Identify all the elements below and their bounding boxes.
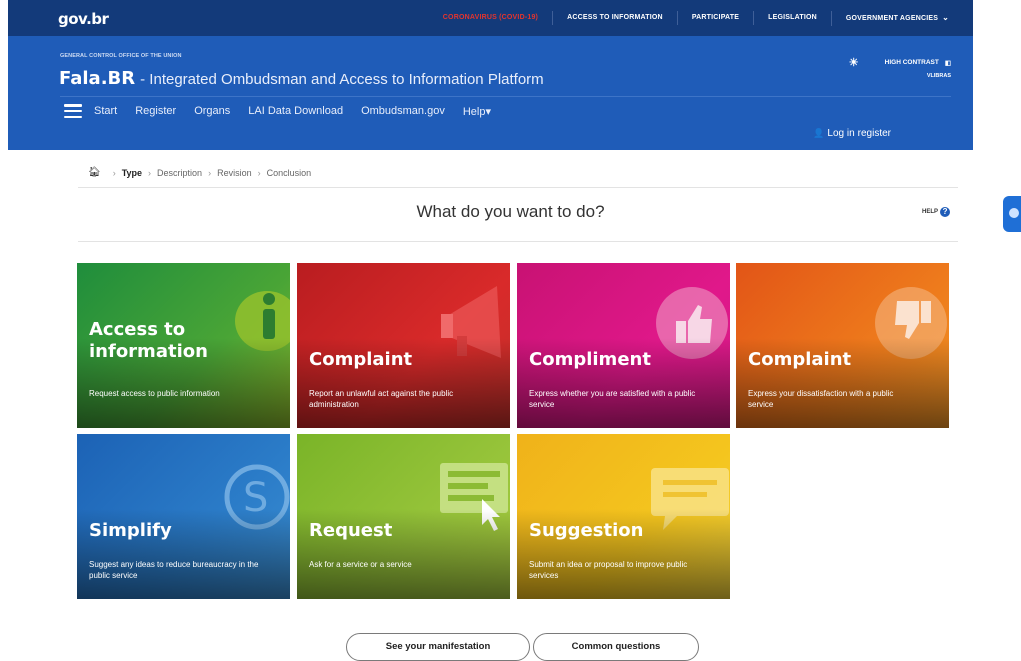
high-contrast-toggle[interactable]: HIGH CONTRAST [885, 59, 939, 66]
help-link[interactable]: HELP ? [922, 207, 951, 217]
breadcrumb: 🏠︎ › Type › Description › Revision › Con… [88, 167, 311, 178]
card-access-to-information[interactable]: Access to information Request access to p… [77, 263, 290, 428]
card-description: Express whether you are satisfied with a… [529, 389, 696, 409]
card-title: Simplify [89, 520, 172, 541]
site-header: GENERAL CONTROL OFFICE OF THE UNION Fala… [8, 36, 973, 150]
card-title: Request [309, 520, 393, 541]
help-icon: ? [940, 207, 951, 217]
breadcrumb-revision: Revision [217, 167, 252, 178]
card-simplify[interactable]: S Simplify Suggest any ideas to reduce b… [77, 434, 290, 599]
breadcrumb-description: Description [157, 167, 203, 178]
header-divider [60, 96, 951, 97]
nav-help-label: Help [462, 105, 486, 118]
card-title: Compliment [529, 349, 651, 370]
user-icon: 👤 [813, 128, 825, 138]
card-description: Report an unlawful act against the publi… [309, 389, 454, 409]
menu-icon[interactable] [64, 104, 82, 118]
card-title: Access to information [89, 319, 208, 362]
nav-register[interactable]: Register [135, 105, 176, 117]
caret-down-icon: ▾ [485, 105, 491, 118]
breadcrumb-separator: › [112, 167, 116, 178]
login-area: 👤 Log in register [813, 128, 891, 139]
divider [78, 187, 958, 188]
card-complaint-report[interactable]: Complaint Report an unlawful act against… [297, 263, 510, 428]
nav-organs[interactable]: Organs [194, 105, 230, 117]
card-description: Submit an idea or proposal to improve pu… [529, 560, 688, 580]
register-link[interactable]: register [858, 128, 891, 139]
nav-start[interactable]: Start [94, 105, 117, 117]
chevron-down-icon: ⌄ [942, 12, 949, 22]
card-complaint-dissatisfaction[interactable]: Complaint Express your dissatisfaction w… [736, 263, 949, 428]
breadcrumb-type: Type [121, 167, 143, 178]
org-name: GENERAL CONTROL OFFICE OF THE UNION [60, 53, 182, 59]
question-heading: What do you want to do? [416, 202, 605, 221]
accessibility-side-tab[interactable] [1003, 196, 1021, 232]
card-compliment[interactable]: Compliment Express whether you are satis… [517, 263, 730, 428]
card-description: Suggest any ideas to reduce bureaucracy … [89, 560, 259, 580]
gov-links: CORONAVIRUS (COVID-19) ACCESS TO INFORMA… [429, 0, 963, 36]
breadcrumb-separator: › [257, 167, 261, 178]
breadcrumb-separator: › [208, 167, 212, 178]
card-title: Suggestion [529, 520, 644, 541]
card-title: Complaint [748, 349, 852, 370]
link-government-agencies[interactable]: GOVERNMENT AGENCIES ⌄ [830, 10, 963, 26]
link-legislation[interactable]: LEGISLATION [753, 11, 831, 25]
nav-help[interactable]: Help▾ [463, 105, 491, 118]
card-description: Ask for a service or a service [309, 560, 412, 569]
breadcrumb-separator: › [148, 167, 152, 178]
brand-name[interactable]: Fala.BR [59, 68, 135, 89]
card-description: Request access to public information [89, 389, 220, 398]
card-request[interactable]: Request Ask for a service or a service [297, 434, 510, 599]
home-icon[interactable]: 🏠︎ [88, 167, 101, 178]
card-suggestion[interactable]: Suggestion Submit an idea or proposal to… [517, 434, 730, 599]
card-description: Express your dissatisfaction with a publ… [748, 389, 894, 409]
contrast-controls: ☀ HIGH CONTRAST ◧ [849, 56, 951, 69]
nav-lai-data-download[interactable]: LAI Data Download [248, 105, 343, 117]
gov-logo[interactable]: gov.br [58, 10, 109, 28]
link-government-agencies-label: GOVERNMENT AGENCIES [845, 14, 939, 22]
vlibras-link[interactable]: VLIBRAS [927, 73, 951, 79]
link-coronavirus[interactable]: CORONAVIRUS (COVID-19) [429, 11, 552, 25]
login-link[interactable]: Log in [827, 128, 854, 139]
page-title: Fala.BR - Integrated Ombudsman and Acces… [59, 68, 544, 89]
help-label: HELP [922, 209, 939, 215]
brand-subtitle: - Integrated Ombudsman and Access to Inf… [140, 71, 544, 88]
main-nav: Start Register Organs LAI Data Download … [64, 104, 509, 118]
gov-top-bar: gov.br CORONAVIRUS (COVID-19) ACCESS TO … [8, 0, 973, 36]
link-access-to-information[interactable]: ACCESS TO INFORMATION [552, 11, 677, 25]
card-title: Complaint [309, 349, 413, 370]
accessibility-icon [1009, 208, 1019, 218]
link-participate[interactable]: PARTICIPATE [676, 11, 753, 25]
sun-icon[interactable]: ☀ [849, 56, 859, 69]
contrast-icon[interactable]: ◧ [945, 59, 951, 67]
breadcrumb-conclusion: Conclusion [266, 167, 312, 178]
nav-ombudsman[interactable]: Ombudsman.gov [361, 105, 445, 117]
divider [78, 241, 958, 242]
